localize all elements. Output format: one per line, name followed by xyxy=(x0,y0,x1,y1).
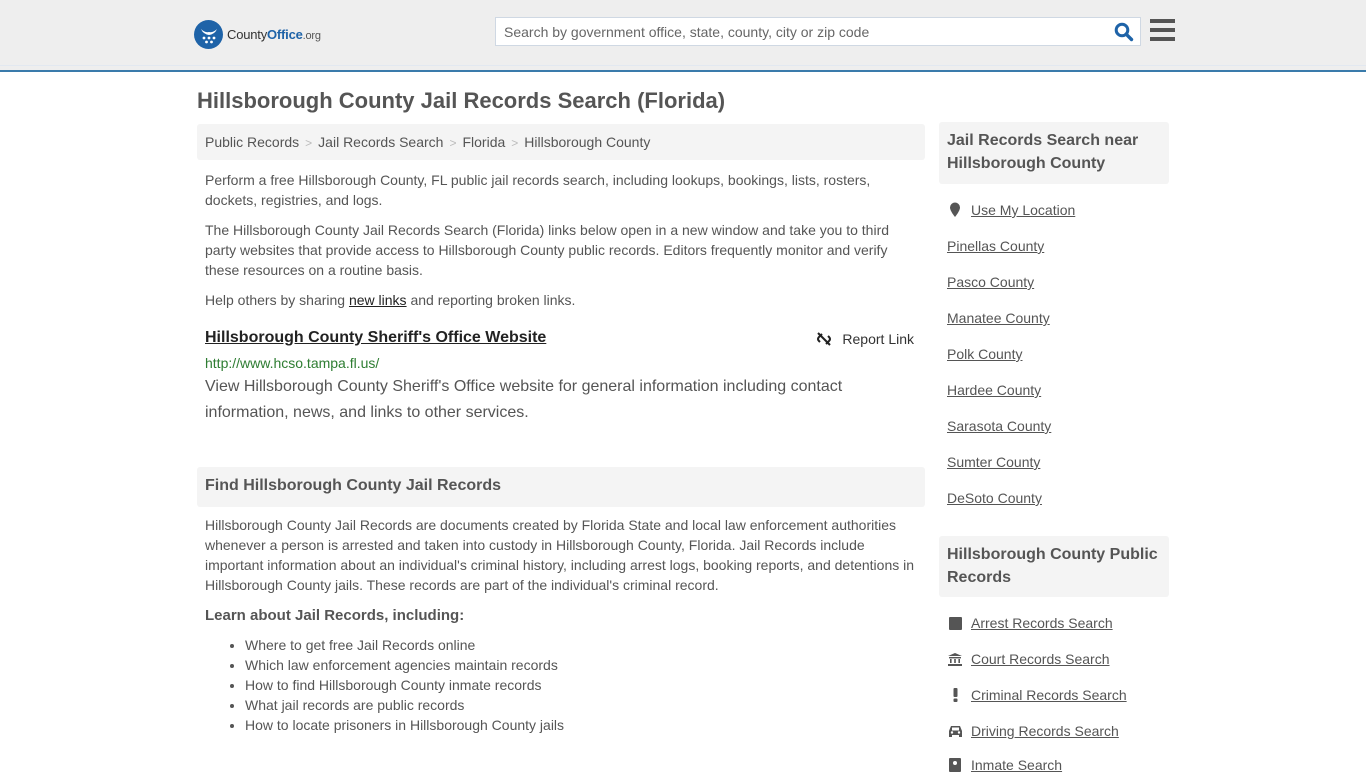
learn-list-item: Where to get free Jail Records online xyxy=(245,635,564,655)
result-title-link[interactable]: Hillsborough County Sheriff's Office Web… xyxy=(205,329,546,346)
breadcrumb: Public Records > Jail Records Search > Flori… xyxy=(197,124,925,160)
search-box xyxy=(495,17,1141,46)
nearby-county-link[interactable]: Polk County xyxy=(947,346,1022,362)
inmate-icon xyxy=(947,758,963,772)
nearby-heading: Jail Records Search near Hillsborough Co… xyxy=(939,122,1169,184)
learn-list-item: How to find Hillsborough County inmate r… xyxy=(245,675,564,695)
arrest-records-link[interactable]: Arrest Records Search xyxy=(947,615,1113,631)
intro-paragraph-2: The Hillsborough County Jail Records Sea… xyxy=(205,222,890,278)
breadcrumb-public-records[interactable]: Public Records xyxy=(205,134,299,150)
learn-list-item: How to locate prisoners in Hillsborough … xyxy=(245,715,564,735)
logo-text: CountyOffice.org xyxy=(227,27,321,42)
search-icon[interactable] xyxy=(1114,22,1134,42)
site-logo[interactable]: CountyOffice.org xyxy=(194,20,321,49)
breadcrumb-florida[interactable]: Florida xyxy=(462,134,505,150)
breadcrumb-separator: > xyxy=(305,136,313,150)
find-section-heading: Find Hillsborough County Jail Records xyxy=(197,467,925,507)
nearby-county-link[interactable]: DeSoto County xyxy=(947,490,1042,506)
breadcrumb-hillsborough-county[interactable]: Hillsborough County xyxy=(524,134,650,150)
nearby-county-link[interactable]: Pinellas County xyxy=(947,238,1044,254)
inmate-search-link[interactable]: Inmate Search xyxy=(947,757,1062,773)
exclamation-icon xyxy=(947,688,963,702)
courthouse-icon xyxy=(947,652,963,666)
new-links-link[interactable]: new links xyxy=(349,292,407,308)
broken-link-icon xyxy=(817,332,832,346)
nearby-county-link[interactable]: Hardee County xyxy=(947,382,1041,398)
driving-records-link[interactable]: Driving Records Search xyxy=(947,723,1119,739)
nearby-county-link[interactable]: Pasco County xyxy=(947,274,1034,290)
car-icon xyxy=(947,725,963,737)
nearby-county-link[interactable]: Manatee County xyxy=(947,310,1050,326)
public-records-heading: Hillsborough County Public Records xyxy=(939,536,1169,597)
site-header: CountyOffice.org xyxy=(0,0,1366,72)
breadcrumb-jail-records-search[interactable]: Jail Records Search xyxy=(318,134,443,150)
intro-paragraph-3: Help others by sharing new links and rep… xyxy=(205,292,576,308)
search-input[interactable] xyxy=(496,18,1096,45)
find-section-body: Hillsborough County Jail Records are doc… xyxy=(205,517,915,593)
learn-heading: Learn about Jail Records, including: xyxy=(205,607,465,624)
report-link-button[interactable]: Report Link xyxy=(816,331,914,347)
breadcrumb-separator: > xyxy=(449,136,457,150)
nearby-county-link[interactable]: Sarasota County xyxy=(947,418,1051,434)
learn-list-item: Which law enforcement agencies maintain … xyxy=(245,655,564,675)
square-icon xyxy=(947,616,963,630)
learn-list: Where to get free Jail Records online Wh… xyxy=(245,635,564,735)
page-title: Hillsborough County Jail Records Search … xyxy=(197,88,726,113)
use-my-location-link[interactable]: Use My Location xyxy=(947,202,1075,218)
result-url: http://www.hcso.tampa.fl.us/ xyxy=(205,355,380,371)
breadcrumb-separator: > xyxy=(511,136,519,150)
criminal-records-link[interactable]: Criminal Records Search xyxy=(947,687,1127,703)
eagle-logo-icon xyxy=(194,20,223,49)
intro-text: Perform a free Hillsborough County, FL p… xyxy=(205,170,917,320)
hamburger-menu-icon[interactable] xyxy=(1150,19,1175,41)
result-description: View Hillsborough County Sheriff's Offic… xyxy=(205,378,843,421)
report-link-label: Report Link xyxy=(842,331,914,347)
learn-list-item: What jail records are public records xyxy=(245,695,564,715)
nearby-county-link[interactable]: Sumter County xyxy=(947,454,1040,470)
map-marker-icon xyxy=(947,202,963,218)
intro-paragraph-1: Perform a free Hillsborough County, FL p… xyxy=(205,172,871,208)
result-item: Hillsborough County Sheriff's Office Web… xyxy=(205,329,917,426)
court-records-link[interactable]: Court Records Search xyxy=(947,651,1110,667)
